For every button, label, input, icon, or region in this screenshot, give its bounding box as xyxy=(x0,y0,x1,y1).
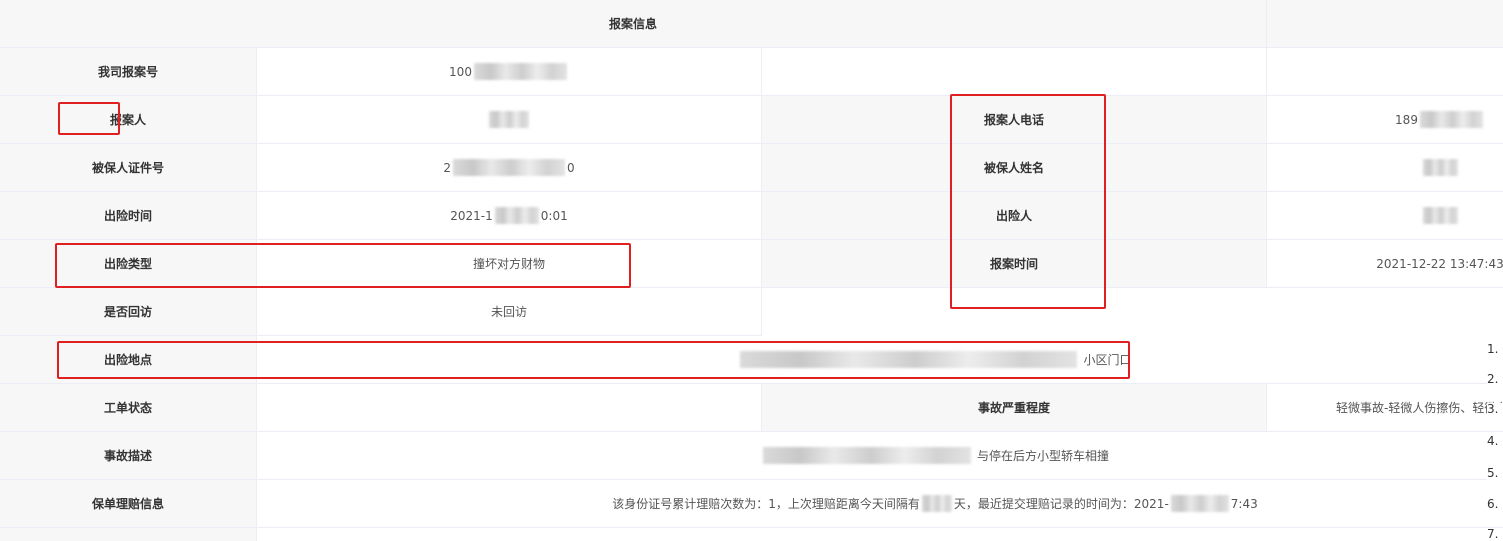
privacy-blur xyxy=(762,447,971,464)
field-label-partial xyxy=(0,528,257,541)
popup-list-item[interactable]: 5. xyxy=(1487,467,1503,480)
field-label-accident-location: 出险地点 xyxy=(0,336,257,384)
field-value-reporter xyxy=(257,96,762,144)
empty-area xyxy=(762,288,1503,336)
report-no-visible-part: 100 xyxy=(449,64,472,79)
field-label-insured-name: 被保人姓名 xyxy=(762,144,1267,192)
claim-history-part1: 该身份证号累计理赔次数为：1，上次理赔距离今天间隔有 xyxy=(612,497,920,511)
table-row: 我司报案号 100 xyxy=(0,48,1503,96)
field-label-accident-description: 事故描述 xyxy=(0,432,257,480)
field-value-claim-history: 该身份证号累计理赔次数为：1，上次理赔距离今天间隔有 天，最近提交理赔记录的时间… xyxy=(257,480,1503,528)
popup-list-item[interactable]: 6. xyxy=(1487,498,1503,511)
field-value-accident-type: 撞坏对方财物 xyxy=(257,240,762,288)
id-visible-suffix: 0 xyxy=(567,160,575,175)
field-value-insured-id: 2 0 xyxy=(257,144,762,192)
table-row: 保单理赔信息 该身份证号累计理赔次数为：1，上次理赔距离今天间隔有 天，最近提交… xyxy=(0,480,1503,528)
field-label-reporter: 报案人 xyxy=(0,96,257,144)
field-value-accident-severity: 轻微事故-轻微人伤擦伤、轻微车 xyxy=(1267,384,1503,432)
table-row-partial xyxy=(0,528,1503,541)
privacy-blur xyxy=(489,111,529,128)
field-label-callback: 是否回访 xyxy=(0,288,257,336)
privacy-blur xyxy=(921,495,952,512)
field-label-accident-severity: 事故严重程度 xyxy=(762,384,1267,432)
severity-text: 轻微事故-轻微人伤擦伤、轻微车 xyxy=(1336,401,1503,415)
table-row: 出险时间 2021-1 0:01 出险人 xyxy=(0,192,1503,240)
field-label-reporter-phone: 报案人电话 xyxy=(762,96,1267,144)
field-value-reporter-phone: 189 xyxy=(1267,96,1503,144)
field-label-accident-time: 出险时间 xyxy=(0,192,257,240)
popup-list-item[interactable]: 1. xyxy=(1487,343,1503,356)
field-value-accident-description: 与停在后方小型轿车相撞 xyxy=(257,432,1503,480)
table-row: 出险类型 撞坏对方财物 报案时间 2021-12-22 13:47:43 xyxy=(0,240,1503,288)
table-row: 报案人 报案人电话 189 xyxy=(0,96,1503,144)
field-value-work-order-status xyxy=(257,384,762,432)
field-value-callback: 未回访 xyxy=(257,288,762,336)
field-value-partial xyxy=(257,528,1503,541)
location-visible-part: 小区门口 xyxy=(1083,353,1132,367)
claim-history-part3: 7:43 xyxy=(1230,496,1258,511)
empty-cell xyxy=(1267,48,1503,96)
section-header-row: 报案信息 xyxy=(0,0,1503,48)
field-label-report-time: 报案时间 xyxy=(762,240,1267,288)
privacy-blur xyxy=(1422,159,1458,176)
section-header-extra-cell xyxy=(1267,0,1503,48)
time-visible-prefix: 2021-1 xyxy=(450,208,493,223)
description-visible-part: 与停在后方小型轿车相撞 xyxy=(976,449,1109,463)
privacy-blur xyxy=(1170,495,1229,512)
field-label-accident-person: 出险人 xyxy=(762,192,1267,240)
id-visible-prefix: 2 xyxy=(443,160,451,175)
field-value-accident-location: 小区门口 xyxy=(257,336,1503,384)
table-row: 是否回访 未回访 xyxy=(0,288,1503,336)
field-value-accident-time: 2021-1 0:01 xyxy=(257,192,762,240)
privacy-blur xyxy=(1422,207,1458,224)
table-row: 被保人证件号 2 0 被保人姓名 xyxy=(0,144,1503,192)
field-label-work-order-status: 工单状态 xyxy=(0,384,257,432)
privacy-blur xyxy=(740,351,1078,368)
section-title: 报案信息 xyxy=(0,0,1267,48)
privacy-blur xyxy=(453,159,565,176)
field-value-report-time: 2021-12-22 13:47:43 xyxy=(1267,240,1503,288)
phone-visible-part: 189 xyxy=(1395,112,1418,127)
field-label-claim-history: 保单理赔信息 xyxy=(0,480,257,528)
popup-list-item[interactable]: 4. xyxy=(1487,435,1503,448)
table-row: 工单状态 事故严重程度 轻微事故-轻微人伤擦伤、轻微车 xyxy=(0,384,1503,432)
privacy-blur xyxy=(494,207,539,224)
privacy-blur xyxy=(1419,111,1483,128)
popup-list-item[interactable]: 3. xyxy=(1487,403,1503,416)
field-value-insured-name xyxy=(1267,144,1503,192)
popup-list-item[interactable]: 7. xyxy=(1487,528,1503,541)
privacy-blur xyxy=(473,63,567,80)
table-row: 出险地点 小区门口 xyxy=(0,336,1503,384)
claim-history-part2: 天，最近提交理赔记录的时间为：2021- xyxy=(953,497,1169,511)
empty-cell xyxy=(762,48,1267,96)
popup-list-item[interactable]: 2. xyxy=(1487,373,1503,386)
time-visible-suffix: 0:01 xyxy=(540,208,568,223)
field-label-insured-id: 被保人证件号 xyxy=(0,144,257,192)
field-label-report-no: 我司报案号 xyxy=(0,48,257,96)
table-row: 事故描述 与停在后方小型轿车相撞 xyxy=(0,432,1503,480)
field-label-accident-type: 出险类型 xyxy=(0,240,257,288)
field-value-report-no: 100 xyxy=(257,48,762,96)
field-value-accident-person xyxy=(1267,192,1503,240)
